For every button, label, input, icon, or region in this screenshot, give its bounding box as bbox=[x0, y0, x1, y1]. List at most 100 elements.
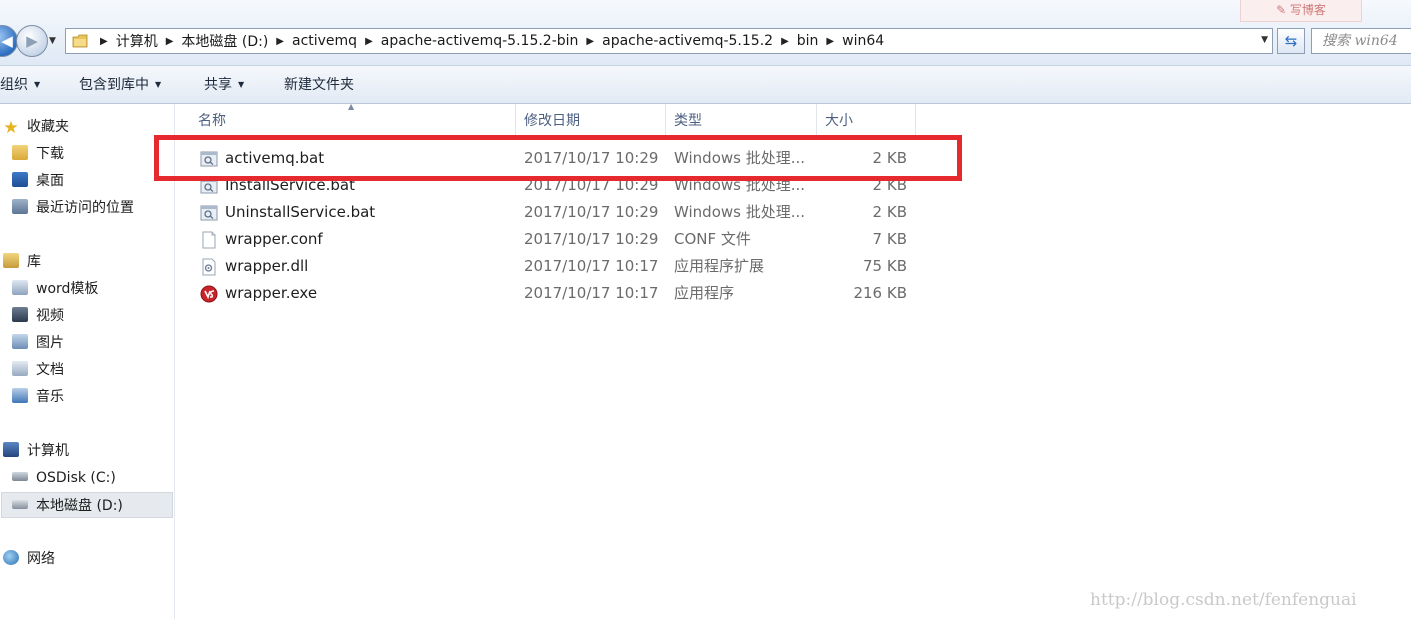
nav-videos-label: 视频 bbox=[36, 308, 64, 324]
nav-drive-d-label: 本地磁盘 (D:) bbox=[36, 498, 123, 514]
column-header-row: ▲ 名称 修改日期 类型 大小 bbox=[176, 102, 916, 136]
batch-file-icon bbox=[200, 151, 218, 167]
file-row-wrapper-dll[interactable]: wrapper.dll 2017/10/17 10:17 应用程序扩展 75 K… bbox=[176, 253, 916, 280]
chevron-down-icon: ▼ bbox=[155, 80, 162, 89]
file-name: UninstallService.bat bbox=[225, 203, 376, 221]
nav-pictures[interactable]: 图片 bbox=[12, 330, 64, 356]
exe-app-icon bbox=[200, 285, 218, 303]
system-drive-icon bbox=[12, 472, 28, 481]
nav-word-templates[interactable]: word模板 bbox=[12, 276, 98, 302]
file-name: wrapper.dll bbox=[225, 257, 309, 275]
nav-drive-c[interactable]: OSDisk (C:) bbox=[12, 465, 116, 491]
refresh-icon: ⇆ bbox=[1284, 32, 1298, 50]
breadcrumb-separator-icon[interactable]: ▶ bbox=[781, 36, 789, 47]
nav-libraries[interactable]: 库 bbox=[3, 249, 41, 275]
nav-libraries-label: 库 bbox=[27, 254, 41, 270]
video-library-icon bbox=[12, 307, 28, 322]
file-size: 2 KB bbox=[872, 203, 907, 221]
dll-file-icon bbox=[202, 258, 216, 276]
file-modified: 2017/10/17 10:29 bbox=[524, 149, 659, 167]
file-row-uninstallservice-bat[interactable]: UninstallService.bat 2017/10/17 10:29 Wi… bbox=[176, 199, 916, 226]
file-row-wrapper-conf[interactable]: wrapper.conf 2017/10/17 10:29 CONF 文件 7 … bbox=[176, 226, 916, 253]
file-row-wrapper-exe[interactable]: wrapper.exe 2017/10/17 10:17 应用程序 216 KB bbox=[176, 280, 916, 307]
breadcrumb-activemq-version[interactable]: apache-activemq-5.15.2 bbox=[602, 33, 773, 49]
file-size: 2 KB bbox=[872, 149, 907, 167]
breadcrumb-computer[interactable]: 计算机 bbox=[116, 31, 158, 51]
breadcrumb-activemq-bin[interactable]: apache-activemq-5.15.2-bin bbox=[381, 33, 579, 49]
batch-file-icon bbox=[200, 205, 218, 221]
file-type: CONF 文件 bbox=[674, 230, 751, 248]
breadcrumb-separator-icon[interactable]: ▶ bbox=[365, 36, 373, 47]
star-icon: ★ bbox=[3, 118, 19, 138]
refresh-button[interactable]: ⇆ bbox=[1277, 28, 1305, 54]
nav-videos[interactable]: 视频 bbox=[12, 303, 64, 329]
nav-computer[interactable]: 计算机 bbox=[3, 438, 69, 464]
write-blog-button[interactable]: ✎ 写博客 bbox=[1240, 0, 1362, 22]
breadcrumb: ▶ 计算机 ▶ 本地磁盘 (D:) ▶ activemq ▶ apache-ac… bbox=[92, 29, 884, 53]
column-modified-header[interactable]: 修改日期 bbox=[516, 104, 666, 136]
share-menu[interactable]: 共享 ▼ bbox=[204, 66, 244, 104]
nav-network-label: 网络 bbox=[27, 551, 55, 567]
file-size: 7 KB bbox=[872, 230, 907, 248]
address-dropdown-icon[interactable]: ▼ bbox=[1261, 35, 1268, 45]
nav-favorites[interactable]: ★ 收藏夹 bbox=[3, 114, 69, 140]
column-size-header[interactable]: 大小 bbox=[817, 104, 916, 136]
file-type: 应用程序扩展 bbox=[674, 257, 765, 275]
file-row-installservice-bat[interactable]: InstallService.bat 2017/10/17 10:29 Wind… bbox=[176, 172, 916, 199]
documents-library-icon bbox=[12, 361, 28, 376]
breadcrumb-activemq[interactable]: activemq bbox=[292, 33, 357, 49]
file-name: activemq.bat bbox=[225, 149, 325, 167]
organize-label: 组织 bbox=[0, 77, 28, 93]
nav-computer-label: 计算机 bbox=[27, 443, 69, 459]
breadcrumb-separator-icon[interactable]: ▶ bbox=[826, 36, 834, 47]
breadcrumb-bin[interactable]: bin bbox=[797, 33, 819, 49]
breadcrumb-win64[interactable]: win64 bbox=[842, 33, 884, 49]
nav-downloads-label: 下载 bbox=[36, 146, 64, 162]
nav-favorites-label: 收藏夹 bbox=[27, 119, 69, 135]
nav-music[interactable]: 音乐 bbox=[12, 384, 64, 410]
file-list: ▲ 名称 修改日期 类型 大小 activemq.bat 2017/10/17 … bbox=[176, 102, 1411, 619]
file-row-activemq-bat[interactable]: activemq.bat 2017/10/17 10:29 Windows 批处… bbox=[176, 145, 916, 172]
nav-recent[interactable]: 最近访问的位置 bbox=[12, 195, 134, 221]
file-name: InstallService.bat bbox=[225, 176, 355, 194]
include-library-menu[interactable]: 包含到库中 ▼ bbox=[79, 66, 161, 104]
forward-button[interactable]: ▶ bbox=[16, 25, 48, 57]
organize-menu[interactable]: 组织 ▼ bbox=[0, 66, 40, 104]
recent-pages-dropdown[interactable]: ▼ bbox=[49, 36, 56, 46]
breadcrumb-separator-icon[interactable]: ▶ bbox=[276, 36, 284, 47]
nav-pictures-label: 图片 bbox=[36, 335, 64, 351]
music-note-icon bbox=[12, 388, 28, 403]
forward-arrow-icon: ▶ bbox=[26, 32, 38, 50]
watermark: http://blog.csdn.net/fenfenguai bbox=[1090, 590, 1357, 610]
nav-drive-d[interactable]: 本地磁盘 (D:) bbox=[1, 492, 173, 518]
breadcrumb-separator-icon[interactable]: ▶ bbox=[166, 36, 174, 47]
picture-library-icon bbox=[12, 334, 28, 349]
file-size: 75 KB bbox=[863, 257, 907, 275]
file-size: 216 KB bbox=[853, 284, 907, 302]
breadcrumb-drive-d[interactable]: 本地磁盘 (D:) bbox=[181, 31, 268, 51]
nav-documents[interactable]: 文档 bbox=[12, 357, 64, 383]
search-input[interactable]: 搜索 win64 bbox=[1311, 28, 1411, 54]
nav-drive-c-label: OSDisk (C:) bbox=[36, 470, 116, 486]
share-label: 共享 bbox=[204, 77, 232, 93]
file-type: Windows 批处理... bbox=[674, 176, 806, 194]
nav-desktop[interactable]: 桌面 bbox=[12, 168, 64, 194]
navigation-pane: ★ 收藏夹 下载 桌面 最近访问的位置 库 word模板 视频 图片 文档 音乐 … bbox=[0, 104, 175, 619]
breadcrumb-separator-icon[interactable]: ▶ bbox=[586, 36, 594, 47]
new-folder-button[interactable]: 新建文件夹 bbox=[284, 66, 354, 104]
back-arrow-icon: ◀ bbox=[1, 32, 13, 50]
address-bar[interactable]: ▶ 计算机 ▶ 本地磁盘 (D:) ▶ activemq ▶ apache-ac… bbox=[65, 28, 1273, 54]
file-size: 2 KB bbox=[872, 176, 907, 194]
column-type-header[interactable]: 类型 bbox=[666, 104, 817, 136]
file-name: wrapper.exe bbox=[225, 284, 318, 302]
blank-file-icon bbox=[202, 231, 216, 249]
chevron-down-icon: ▼ bbox=[238, 80, 245, 89]
column-name-header[interactable]: 名称 bbox=[190, 104, 516, 136]
file-modified: 2017/10/17 10:29 bbox=[524, 203, 659, 221]
address-row: ✎ 写博客 ◀ ▶ ▼ ▶ 计算机 ▶ 本地磁盘 (D:) ▶ activemq… bbox=[0, 0, 1411, 66]
document-library-icon bbox=[12, 280, 28, 295]
breadcrumb-separator-icon[interactable]: ▶ bbox=[100, 36, 108, 47]
nav-downloads[interactable]: 下载 bbox=[12, 141, 64, 167]
file-type: 应用程序 bbox=[674, 284, 735, 302]
nav-network[interactable]: 网络 bbox=[3, 546, 55, 572]
